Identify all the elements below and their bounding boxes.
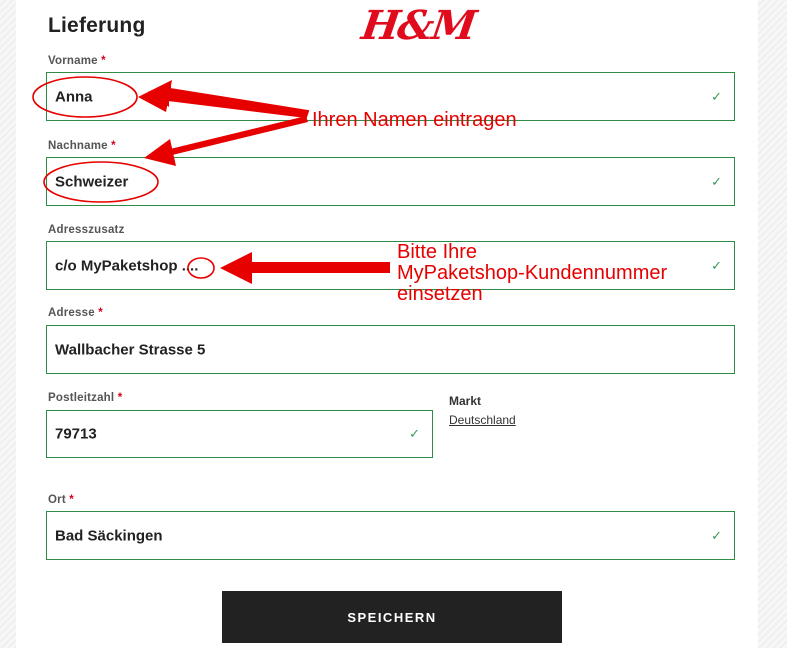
nachname-label: Nachname * bbox=[48, 140, 116, 152]
postleitzahl-value: 79713 bbox=[55, 425, 97, 443]
required-mark: * bbox=[111, 140, 116, 152]
right-background-strip bbox=[758, 0, 787, 648]
markt-country-link[interactable]: Deutschland bbox=[449, 413, 516, 427]
adresse-value: Wallbacher Strasse 5 bbox=[55, 341, 206, 358]
vorname-value: Anna bbox=[55, 88, 93, 105]
adresse-label: Adresse * bbox=[48, 307, 103, 319]
required-mark: * bbox=[117, 392, 123, 404]
nachname-label-text: Nachname bbox=[48, 140, 108, 152]
postleitzahl-field[interactable]: 79713 ✓ bbox=[46, 410, 433, 458]
required-mark: * bbox=[98, 307, 103, 319]
save-button[interactable]: SPEICHERN bbox=[222, 591, 562, 643]
checkmark-icon: ✓ bbox=[711, 527, 722, 543]
ort-field[interactable]: Bad Säckingen ✓ bbox=[46, 511, 735, 560]
checkmark-icon: ✓ bbox=[711, 257, 722, 273]
required-mark: * bbox=[69, 494, 74, 506]
adresszusatz-label-text: Adresszusatz bbox=[48, 224, 125, 236]
left-background-strip bbox=[0, 0, 16, 648]
vorname-label-text: Vorname bbox=[48, 55, 98, 67]
kundennummer-hint-line2: MyPaketshop-Kundennummer bbox=[397, 262, 668, 284]
kundennummer-hint-line3: einsetzen bbox=[397, 283, 483, 305]
adresse-label-text: Adresse bbox=[48, 307, 95, 319]
ort-label-text: Ort bbox=[48, 494, 66, 506]
checkmark-icon: ✓ bbox=[409, 426, 420, 441]
vorname-label: Vorname * bbox=[48, 55, 106, 67]
postleitzahl-label-text: Postleitzahl bbox=[48, 392, 115, 404]
checkmark-icon: ✓ bbox=[711, 173, 722, 189]
required-mark: * bbox=[101, 55, 106, 67]
markt-label: Markt bbox=[449, 394, 482, 408]
adresszusatz-label: Adresszusatz bbox=[48, 224, 125, 236]
ort-label: Ort * bbox=[48, 494, 74, 506]
adresszusatz-value: c/o MyPaketshop .... bbox=[55, 257, 199, 274]
nachname-value: Schweizer bbox=[55, 173, 129, 190]
kundennummer-hint-line1: Bitte Ihre bbox=[397, 241, 478, 263]
postleitzahl-label: Postleitzahl * bbox=[48, 392, 122, 404]
checkmark-icon: ✓ bbox=[711, 88, 722, 104]
name-hint-annotation: Ihren Namen eintragen bbox=[312, 109, 517, 131]
nachname-field[interactable]: Schweizer ✓ bbox=[46, 157, 735, 206]
page-title: Lieferung bbox=[48, 14, 146, 37]
hm-logo: H&M bbox=[358, 2, 478, 49]
ort-value: Bad Säckingen bbox=[55, 527, 163, 544]
adresse-field[interactable]: Wallbacher Strasse 5 bbox=[46, 325, 735, 374]
